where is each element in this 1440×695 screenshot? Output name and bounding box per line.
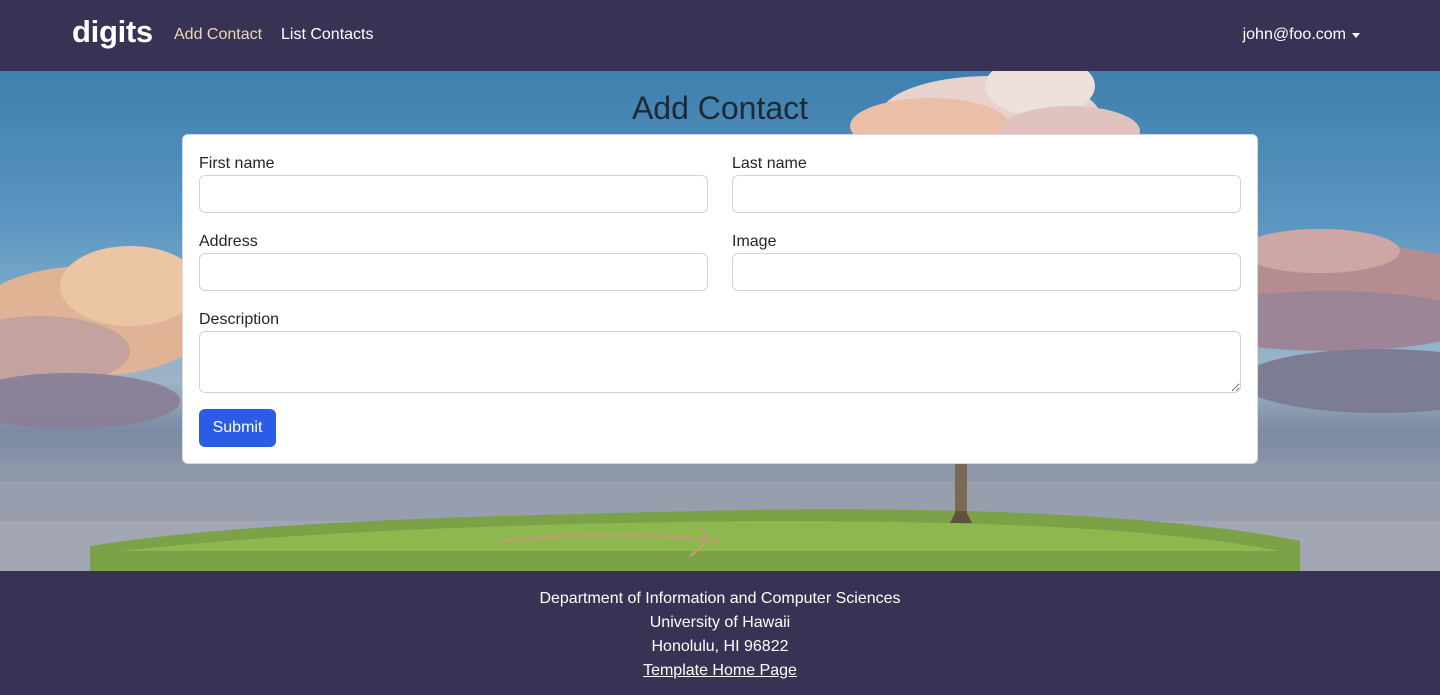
last-name-input[interactable] bbox=[732, 175, 1241, 213]
user-email: john@foo.com bbox=[1242, 26, 1346, 43]
submit-button[interactable]: Submit bbox=[199, 409, 276, 447]
user-dropdown[interactable]: john@foo.com bbox=[1243, 24, 1360, 46]
image-input[interactable] bbox=[732, 253, 1241, 291]
template-home-link[interactable]: Template Home Page bbox=[643, 662, 797, 679]
first-name-input[interactable] bbox=[199, 175, 708, 213]
address-input[interactable] bbox=[199, 253, 708, 291]
add-contact-form: First name Last name Address Image Descr… bbox=[182, 134, 1258, 464]
footer-link-row: Template Home Page bbox=[0, 660, 1440, 682]
footer-university: University of Hawaii bbox=[649, 614, 791, 631]
image-label: Image bbox=[732, 233, 777, 250]
description-textarea[interactable] bbox=[199, 331, 1241, 393]
footer: Department of Information and Computer S… bbox=[0, 571, 1440, 695]
chevron-down-icon bbox=[1352, 33, 1360, 38]
footer-department: Department of Information and Computer S… bbox=[539, 590, 901, 607]
top-navbar: digits Add Contact List Contacts john@fo… bbox=[0, 0, 1440, 71]
last-name-label: Last name bbox=[732, 155, 807, 172]
page-title: Add Contact bbox=[631, 90, 809, 126]
first-name-label: First name bbox=[199, 155, 275, 172]
nav-list-contacts[interactable]: List Contacts bbox=[281, 24, 373, 46]
brand-logo[interactable]: digits bbox=[72, 12, 153, 52]
description-label: Description bbox=[199, 311, 280, 328]
footer-address: Honolulu, HI 96822 bbox=[651, 638, 789, 655]
address-label: Address bbox=[199, 233, 258, 250]
nav-add-contact[interactable]: Add Contact bbox=[174, 24, 262, 46]
